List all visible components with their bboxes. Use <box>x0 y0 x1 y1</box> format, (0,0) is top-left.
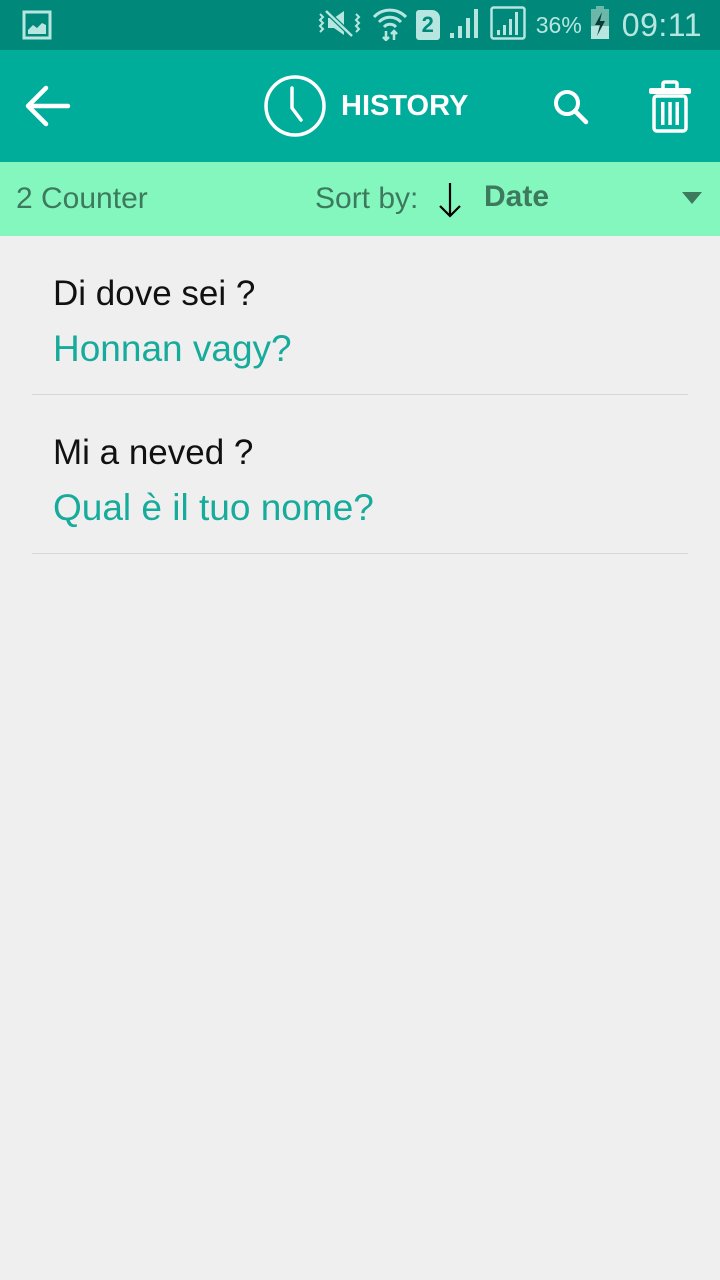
sort-direction-toggle[interactable] <box>436 180 464 220</box>
sim-2-icon: 2 <box>415 10 440 40</box>
signal-roaming-icon <box>490 5 526 45</box>
vibrate-mute-icon <box>316 8 364 43</box>
sort-field-value: Date <box>484 180 550 213</box>
battery-percent: 36% <box>535 11 582 38</box>
signal-icon <box>448 7 482 44</box>
sort-dropdown-button[interactable] <box>680 190 720 214</box>
search-button[interactable] <box>548 84 594 130</box>
history-list: Di dove sei ? Honnan vagy? Mi a neved ? … <box>0 236 720 554</box>
source-text: Mi a neved ? <box>53 433 254 472</box>
wifi-icon <box>372 5 408 46</box>
history-item[interactable]: Mi a neved ? Qual è il tuo nome? <box>32 395 688 554</box>
back-button[interactable] <box>24 84 74 128</box>
delete-all-button[interactable] <box>646 80 694 134</box>
clock-icon <box>264 75 326 137</box>
sort-bar: 2 Counter Sort by: Date <box>0 162 720 236</box>
arrow-left-icon <box>25 85 71 127</box>
status-bar: 2 36% 09:11 <box>0 0 720 50</box>
clock-time: 09:11 <box>621 6 702 43</box>
translation-text: Honnan vagy? <box>53 328 292 369</box>
battery-charging-icon <box>590 5 610 45</box>
search-icon <box>554 90 589 125</box>
page-title: HISTORY <box>263 73 468 139</box>
source-text: Di dove sei ? <box>53 274 256 313</box>
arrow-down-icon <box>439 183 461 218</box>
page-title-text: HISTORY <box>341 89 469 122</box>
triangle-down-icon <box>682 192 702 204</box>
image-notification-icon <box>22 10 52 45</box>
app-bar: HISTORY <box>0 50 720 162</box>
trash-icon <box>649 80 691 133</box>
history-item[interactable]: Di dove sei ? Honnan vagy? <box>32 236 688 395</box>
sort-by-label: Sort by: <box>315 182 419 215</box>
translation-text: Qual è il tuo nome? <box>53 487 374 528</box>
history-counter: 2 Counter <box>16 182 148 215</box>
